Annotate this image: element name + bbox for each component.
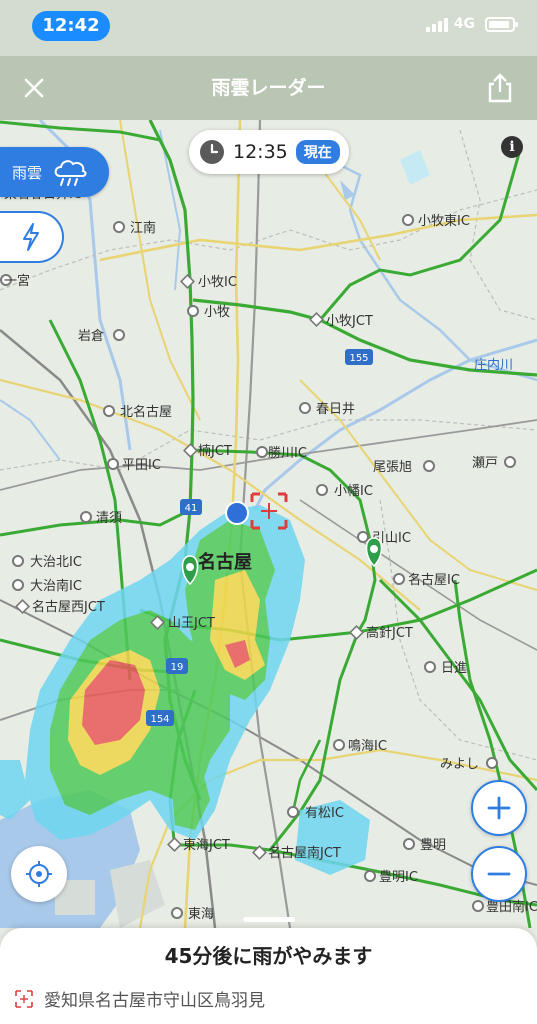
radar-time: 12:35 — [233, 141, 288, 163]
lightning-layer-tab[interactable] — [0, 211, 64, 263]
place-label: 勝川IC — [268, 446, 307, 461]
route-shield-text: 19 — [171, 662, 184, 673]
place-label: 小牧東IC — [418, 213, 470, 229]
route-shield-text: 155 — [349, 353, 368, 364]
place-label: 瀬戸 — [472, 456, 498, 471]
zoom-in-button[interactable] — [471, 780, 527, 836]
place-label: 日進 — [441, 661, 467, 676]
now-badge: 現在 — [295, 140, 340, 164]
route-shield-text: 41 — [185, 503, 198, 514]
place-label: 有松IC — [305, 806, 344, 821]
clock-icon — [200, 140, 224, 164]
place-label: みよし — [440, 757, 479, 772]
place-label: 名古屋西JCT — [32, 599, 105, 615]
locate-me-button[interactable] — [11, 846, 67, 902]
place-label: 豊明 — [420, 838, 446, 853]
forecast-sheet[interactable]: 45分後に雨がやみます 愛知県名古屋市守山区鳥羽見 — [0, 917, 537, 1024]
place-label: 大治北IC — [30, 555, 82, 570]
rain-layer-label: 雨雲 — [12, 163, 43, 182]
place-label: 尾張旭 — [373, 460, 412, 475]
place-label: 大治南IC — [30, 578, 82, 594]
route-shield-19: 19 — [166, 658, 188, 674]
place-label: 小牧IC — [198, 275, 237, 290]
radar-time-chip[interactable]: 12:35 現在 — [189, 130, 349, 174]
route-shield-154: 154 — [146, 710, 174, 726]
minus-icon — [487, 872, 511, 876]
place-label: 鳴海IC — [348, 739, 387, 754]
place-label: 名古屋南JCT — [268, 845, 341, 861]
city-label-nagoya: 名古屋 — [198, 551, 252, 573]
info-button[interactable]: i — [501, 136, 523, 158]
share-icon — [488, 73, 512, 103]
rain-cloud-icon — [54, 160, 87, 186]
place-label: 小牧 — [204, 305, 230, 320]
rain-forecast-text: 45分後に雨がやみます — [164, 944, 373, 968]
battery-icon — [485, 16, 518, 32]
map-canvas[interactable]: 41 155 19 154 江南 小牧東IC 一宮 小牧IC 小牧 小牧JCT … — [0, 120, 537, 928]
route-shield-41: 41 — [180, 499, 202, 515]
place-label: 一宮 — [4, 273, 30, 289]
target-icon — [15, 989, 33, 1008]
sheet-handle[interactable] — [243, 917, 295, 922]
location-address: 愛知県名古屋市守山区鳥羽見 — [14, 986, 265, 1011]
place-label: 山王JCT — [168, 616, 215, 631]
place-label: 江南 — [130, 220, 156, 236]
crosshair-icon — [26, 861, 52, 887]
place-label: 豊明IC — [379, 870, 418, 885]
place-label: 岩倉 — [78, 329, 104, 344]
plus-icon — [487, 796, 511, 820]
status-indicators: 4G — [425, 16, 518, 32]
page-title: 雨雲レーダー — [211, 77, 326, 99]
place-label: 春日井 — [316, 402, 355, 417]
address-text: 愛知県名古屋市守山区鳥羽見 — [44, 991, 265, 1011]
zoom-out-button[interactable] — [471, 846, 527, 902]
current-location-marker — [225, 501, 249, 525]
network-type: 4G — [453, 16, 475, 32]
place-label: 東海JCT — [183, 837, 230, 853]
place-label: 東海 — [188, 906, 214, 922]
place-label: 庄内川 — [474, 357, 513, 373]
header-bar: 雨雲レーダー — [0, 56, 537, 120]
place-label: 小幡IC — [334, 484, 373, 499]
rain-layer-tab[interactable]: 雨雲 — [0, 147, 109, 197]
place-label: 平田IC — [122, 458, 161, 473]
status-time: 12:42 — [32, 11, 110, 41]
place-label: 高針JCT — [366, 625, 413, 641]
place-label: 北名古屋 — [120, 404, 172, 420]
place-label: 楠JCT — [198, 444, 232, 459]
radar-map[interactable]: 41 155 19 154 江南 小牧東IC 一宮 小牧IC 小牧 小牧JCT … — [0, 120, 537, 928]
place-label: 名古屋IC — [408, 572, 460, 588]
status-bar: 12:42 4G — [0, 0, 537, 56]
share-button[interactable] — [485, 72, 515, 104]
place-label: 清須 — [96, 511, 122, 526]
signal-icon — [425, 16, 448, 32]
route-shield-text: 154 — [150, 714, 169, 725]
place-label: 小牧JCT — [326, 314, 373, 329]
route-shield-155: 155 — [345, 349, 373, 365]
lightning-icon — [23, 223, 39, 251]
